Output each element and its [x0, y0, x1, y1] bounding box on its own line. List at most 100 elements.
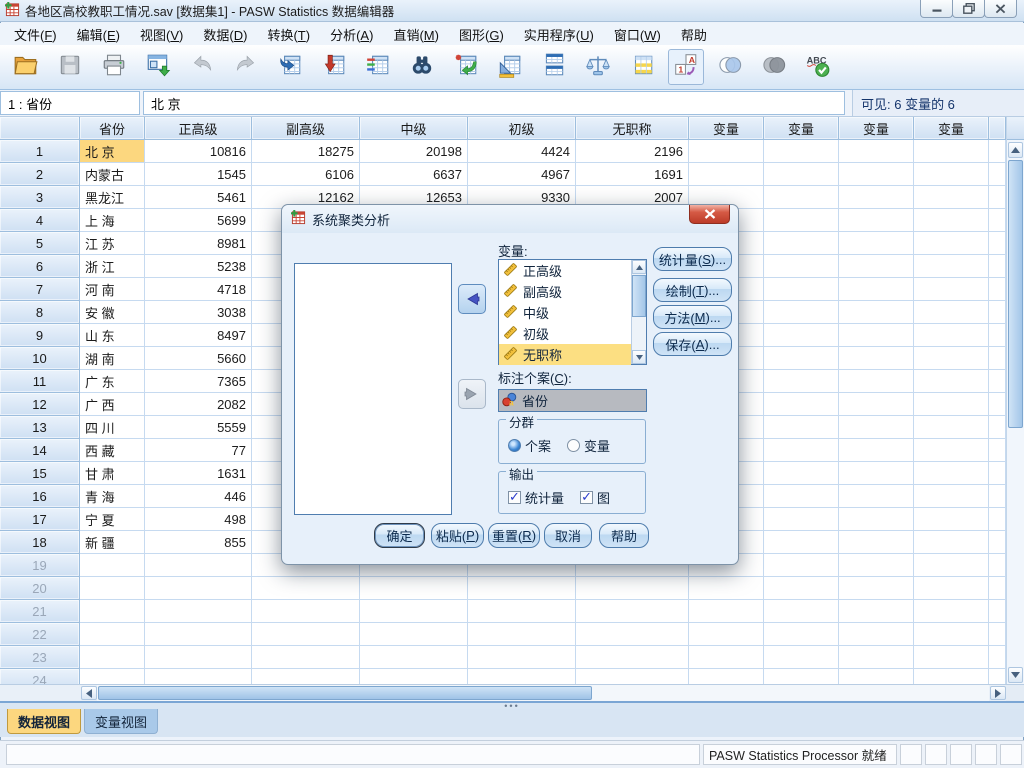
cell[interactable]: [764, 255, 839, 278]
cell[interactable]: [764, 324, 839, 347]
row-header[interactable]: 10: [0, 347, 80, 370]
cell[interactable]: [839, 646, 914, 669]
cell[interactable]: [468, 600, 576, 623]
cell-editor[interactable]: 北 京: [143, 91, 845, 115]
cell[interactable]: [576, 600, 689, 623]
cell[interactable]: [914, 370, 989, 393]
column-header[interactable]: 省份: [80, 117, 145, 140]
menu-item[interactable]: 窗口(W): [604, 23, 671, 46]
cell[interactable]: 江 苏: [80, 232, 145, 255]
scroll-up-button[interactable]: [1008, 142, 1023, 158]
cell[interactable]: [989, 669, 1006, 684]
cell[interactable]: [839, 255, 914, 278]
cell[interactable]: [839, 623, 914, 646]
cell[interactable]: [252, 600, 360, 623]
cell[interactable]: [839, 301, 914, 324]
cell[interactable]: [576, 669, 689, 684]
cell[interactable]: [764, 163, 839, 186]
cell[interactable]: [839, 393, 914, 416]
menu-item[interactable]: 编辑(E): [67, 23, 130, 46]
row-header[interactable]: 11: [0, 370, 80, 393]
row-header[interactable]: 7: [0, 278, 80, 301]
cell[interactable]: [839, 324, 914, 347]
cell[interactable]: [468, 669, 576, 684]
method-button[interactable]: 方法(M)...: [653, 305, 732, 329]
column-header[interactable]: 无职称: [576, 117, 689, 140]
cell[interactable]: 内蒙古: [80, 163, 145, 186]
close-button[interactable]: [984, 0, 1017, 18]
variable-item[interactable]: 副高级: [499, 281, 631, 302]
save-button[interactable]: [52, 49, 88, 85]
cell[interactable]: [145, 554, 252, 577]
cell[interactable]: [145, 646, 252, 669]
column-header[interactable]: 中级: [360, 117, 468, 140]
print-button[interactable]: [96, 49, 132, 85]
cell[interactable]: [914, 669, 989, 684]
cell[interactable]: [989, 416, 1006, 439]
cell[interactable]: [914, 485, 989, 508]
spell-check-button[interactable]: ABC: [800, 49, 836, 85]
cell[interactable]: [914, 255, 989, 278]
cell[interactable]: [764, 209, 839, 232]
cell[interactable]: [989, 370, 1006, 393]
open-file-button[interactable]: [8, 49, 44, 85]
cell[interactable]: 1545: [145, 163, 252, 186]
plots-button[interactable]: 绘制(T)...: [653, 278, 732, 302]
cell[interactable]: 6637: [360, 163, 468, 186]
menu-item[interactable]: 分析(A): [320, 23, 383, 46]
cell[interactable]: [989, 508, 1006, 531]
cell[interactable]: 5238: [145, 255, 252, 278]
cell[interactable]: 新 疆: [80, 531, 145, 554]
cell[interactable]: 湖 南: [80, 347, 145, 370]
cell[interactable]: [576, 577, 689, 600]
cell[interactable]: [989, 646, 1006, 669]
ok-button[interactable]: 确定: [374, 523, 425, 548]
cell[interactable]: [989, 554, 1006, 577]
row-header[interactable]: 6: [0, 255, 80, 278]
cell[interactable]: [839, 370, 914, 393]
cancel-button[interactable]: 取消: [544, 523, 592, 548]
cell[interactable]: [145, 577, 252, 600]
cell[interactable]: 广 东: [80, 370, 145, 393]
cell[interactable]: [839, 508, 914, 531]
cell[interactable]: [764, 646, 839, 669]
cell[interactable]: 8497: [145, 324, 252, 347]
cell[interactable]: 上 海: [80, 209, 145, 232]
cell[interactable]: [360, 623, 468, 646]
cell[interactable]: [839, 669, 914, 684]
split-file-button[interactable]: [536, 49, 572, 85]
cell[interactable]: [839, 554, 914, 577]
menu-item[interactable]: 数据(D): [193, 23, 257, 46]
cell[interactable]: 20198: [360, 140, 468, 163]
cell[interactable]: [145, 669, 252, 684]
cell[interactable]: 甘 肃: [80, 462, 145, 485]
cell[interactable]: 6106: [252, 163, 360, 186]
cell[interactable]: [839, 416, 914, 439]
radio-icon[interactable]: [567, 439, 581, 452]
cell[interactable]: 10816: [145, 140, 252, 163]
menu-item[interactable]: 图形(G): [449, 23, 514, 46]
cell[interactable]: [764, 370, 839, 393]
cell[interactable]: 77: [145, 439, 252, 462]
move-to-variables-button[interactable]: [458, 284, 486, 314]
cell[interactable]: [914, 324, 989, 347]
cell[interactable]: [914, 140, 989, 163]
variables-button[interactable]: [360, 49, 396, 85]
menu-item[interactable]: 直销(M): [383, 23, 449, 46]
column-header[interactable]: 初级: [468, 117, 576, 140]
minimize-button[interactable]: [920, 0, 953, 18]
row-header[interactable]: 12: [0, 393, 80, 416]
checkbox-option[interactable]: 统计量: [508, 488, 564, 507]
cell[interactable]: [839, 163, 914, 186]
cell[interactable]: [252, 669, 360, 684]
row-header[interactable]: 15: [0, 462, 80, 485]
weight-cases-button[interactable]: [580, 49, 616, 85]
dialog-titlebar[interactable]: 系统聚类分析: [282, 205, 738, 233]
cell[interactable]: [252, 623, 360, 646]
cell[interactable]: [839, 278, 914, 301]
menu-item[interactable]: 转换(T): [257, 23, 320, 46]
pane-splitter[interactable]: •••: [0, 701, 1024, 711]
column-header[interactable]: 副高级: [252, 117, 360, 140]
undo-button[interactable]: [184, 49, 220, 85]
label-cases-box[interactable]: a 省份: [498, 389, 647, 412]
